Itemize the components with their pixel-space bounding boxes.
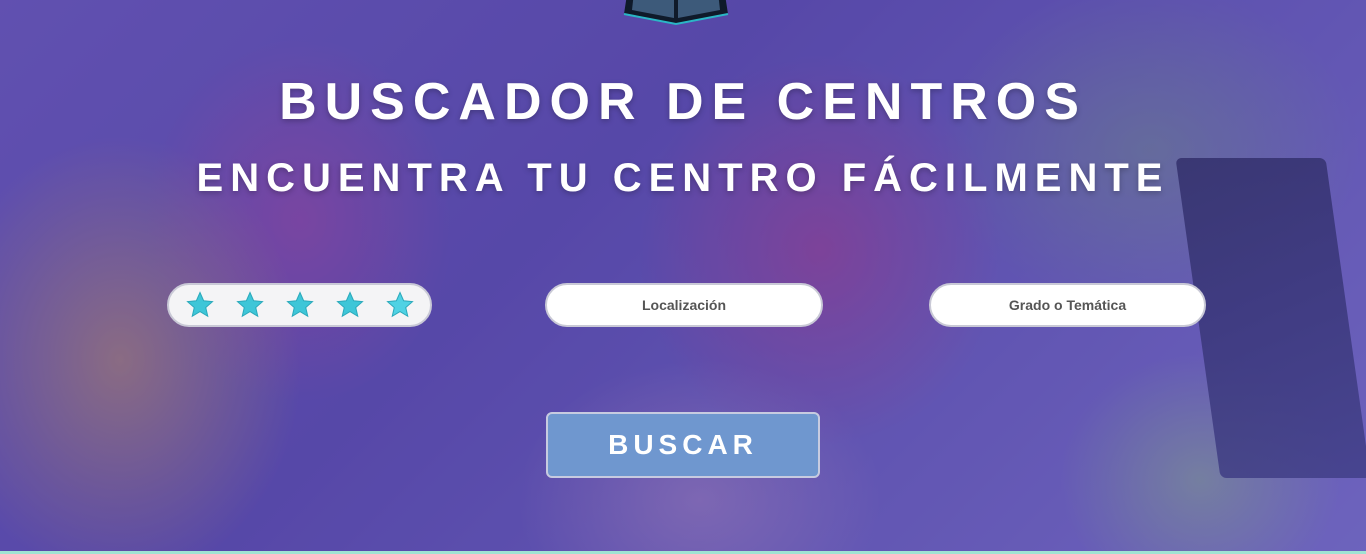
page-title: BUSCADOR DE CENTROS (279, 73, 1087, 131)
hero-section: BUSCADOR DE CENTROS ENCUENTRA TU CENTRO … (0, 0, 1366, 554)
page-subtitle: ENCUENTRA TU CENTRO FÁCILMENTE (196, 156, 1170, 200)
star-icon[interactable] (285, 290, 315, 320)
star-icon[interactable] (385, 290, 415, 320)
search-button[interactable]: BUSCAR (546, 412, 820, 478)
location-filter-label: Localización (641, 297, 727, 313)
rating-filter[interactable] (167, 283, 432, 327)
star-icon[interactable] (235, 290, 265, 320)
grado-filter[interactable]: Grado o Temática (929, 283, 1206, 327)
star-icon[interactable] (185, 290, 215, 320)
open-book-icon (623, 0, 729, 26)
location-filter[interactable]: Localización (545, 283, 823, 327)
grado-filter-label: Grado o Temática (1008, 297, 1127, 313)
star-icon[interactable] (335, 290, 365, 320)
